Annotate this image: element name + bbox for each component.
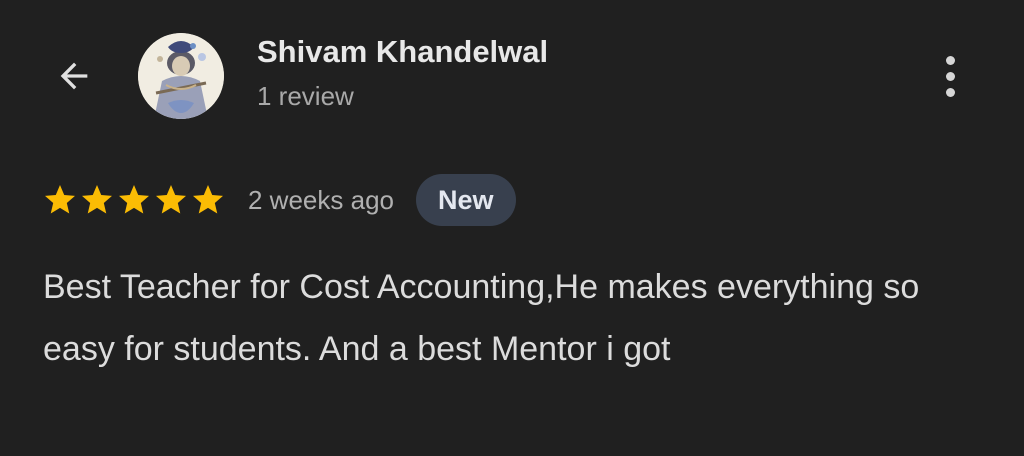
more-vert-icon-dot <box>945 71 955 81</box>
review-time: 2 weeks ago <box>248 184 394 215</box>
review-text: Best Teacher for Cost Accounting,He make… <box>43 268 920 368</box>
avatar-illustration <box>138 33 224 119</box>
arrow-left-icon <box>60 62 88 90</box>
star-icon <box>45 185 75 214</box>
more-options-button[interactable] <box>926 50 974 102</box>
author-name[interactable]: Shivam Khandelwal <box>257 34 548 70</box>
review-count: 1 review <box>257 81 354 111</box>
more-vert-icon-dot <box>945 87 955 97</box>
back-button[interactable] <box>50 52 98 100</box>
star-icon <box>119 185 149 214</box>
star-icon <box>156 185 186 214</box>
more-vert-icon <box>945 55 955 65</box>
star-rating <box>42 182 226 218</box>
star-icon <box>193 185 223 214</box>
avatar[interactable] <box>138 33 224 119</box>
star-icon <box>82 185 112 214</box>
rating-row: 2 weeks ago New <box>42 172 516 228</box>
new-badge: New <box>415 174 516 226</box>
